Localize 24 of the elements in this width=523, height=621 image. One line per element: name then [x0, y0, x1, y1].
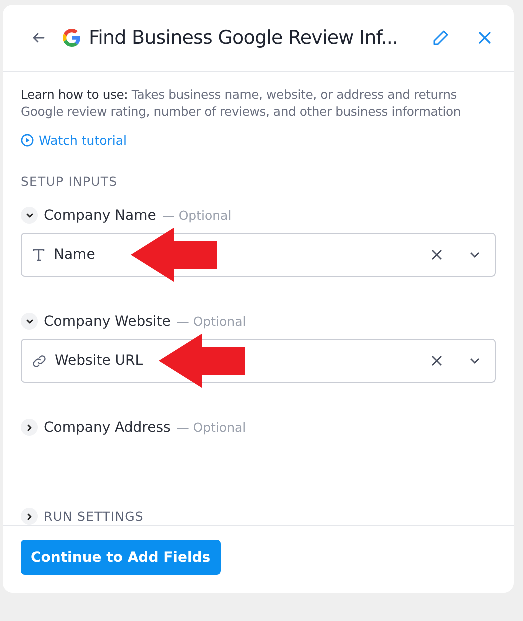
continue-button[interactable]: Continue to Add Fields — [21, 540, 221, 575]
panel-title: Find Business Google Review Inf... — [89, 27, 400, 49]
field-label: Company Name — [44, 208, 156, 224]
input-field[interactable]: Website URL — [21, 339, 496, 383]
link-icon — [32, 354, 47, 368]
section-heading: SETUP INPUTS — [21, 174, 119, 189]
text-type-icon — [32, 248, 46, 262]
optional-hint: — Optional — [176, 420, 246, 435]
play-icon — [21, 134, 34, 147]
watch-tutorial-link[interactable]: Watch tutorial — [21, 133, 128, 148]
chevron-icon[interactable] — [21, 508, 38, 525]
run-settings-heading[interactable]: RUN SETTINGS — [44, 509, 144, 524]
field-label: Company Website — [44, 314, 171, 330]
description-text: Learn how to use: Takes business name, website, or address and returns Google review rating, number of reviews, and other business information — [21, 86, 462, 120]
input-field[interactable]: Name — [21, 233, 496, 277]
clear-icon[interactable] — [431, 355, 443, 367]
google-logo-icon — [63, 29, 81, 47]
optional-hint: — Optional — [176, 314, 246, 329]
field-label: Company Address — [44, 420, 171, 436]
chevron-icon[interactable] — [21, 313, 38, 330]
clear-icon[interactable] — [431, 249, 443, 261]
chevron-icon[interactable] — [21, 419, 38, 436]
chevron-icon[interactable] — [21, 207, 38, 224]
optional-hint: — Optional — [162, 208, 232, 223]
